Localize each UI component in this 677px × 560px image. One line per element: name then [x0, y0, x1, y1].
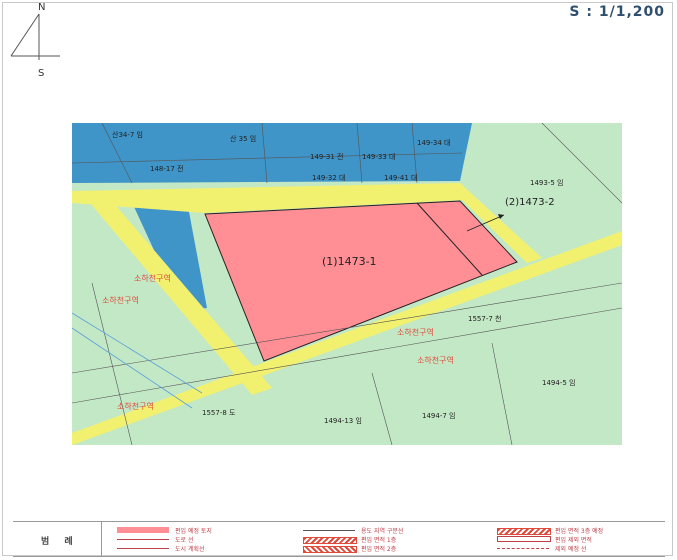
legend-label: 도로 선 — [175, 537, 194, 544]
north-label: N — [38, 2, 46, 13]
legend-item: 편입 제외 면적 — [497, 535, 657, 544]
lot-label: 산 35 임 — [230, 134, 256, 143]
lot-label: 149-31 전 — [310, 152, 343, 161]
lot-label: 149-34 대 — [417, 139, 450, 147]
north-arrow: N S — [8, 2, 68, 79]
legend-item: 편입 면적 1층 — [303, 535, 473, 544]
cadastral-map[interactable]: (1)1473-1 (2)1473-2 산34-7 임 산 35 임 149-3… — [72, 123, 622, 445]
legend-label: 도시 계획선 — [175, 546, 205, 553]
parcel-main-label: (1)1473-1 — [322, 255, 377, 268]
legend-item: 편입 예정 토지 — [117, 526, 287, 535]
legend-title: 범 례 — [41, 537, 79, 547]
lot-label: 148-17 전 — [150, 164, 183, 173]
legend-divider — [101, 522, 102, 556]
legend-item: 용도 지역 구분선 — [303, 526, 473, 535]
lot-label: 1494-5 임 — [542, 379, 575, 387]
legend-swatch — [303, 546, 357, 553]
legend-swatch — [117, 539, 169, 540]
legend-item: 도시 계획선 — [117, 544, 287, 553]
zone-label: 소하천구역 — [102, 295, 139, 305]
lot-label: 1494-7 임 — [422, 412, 455, 420]
legend-swatch — [497, 536, 551, 542]
legend-swatch — [117, 527, 169, 533]
legend-item: 편입 면적 3층 예정 — [497, 526, 657, 535]
legend-label: 편입 면적 2층 — [361, 546, 397, 553]
lot-label: 149-32 대 — [312, 174, 345, 182]
legend-label: 편입 면적 3층 예정 — [555, 528, 604, 535]
zone-label: 소하천구역 — [417, 355, 454, 365]
lot-label: 1557-7 천 — [468, 314, 501, 323]
map-canvas: (1)1473-1 (2)1473-2 산34-7 임 산 35 임 149-3… — [72, 123, 622, 445]
legend-swatch — [117, 548, 169, 549]
legend-label: 편입 면적 1층 — [361, 537, 397, 544]
lot-label: 149-33 대 — [362, 153, 395, 161]
lot-label: 1493-5 임 — [530, 179, 563, 187]
legend-label: 편입 제외 면적 — [555, 537, 592, 544]
scale-label: S : 1/1,200 — [569, 4, 665, 20]
zone-label: 소하천구역 — [117, 401, 154, 411]
legend-swatch — [303, 530, 355, 531]
lot-label: 1557-8 도 — [202, 409, 236, 417]
parcel-secondary-label: (2)1473-2 — [505, 197, 555, 208]
legend-swatch — [497, 528, 551, 535]
legend-swatch — [303, 537, 357, 544]
legend-item: 편입 면적 2층 — [303, 544, 473, 553]
north-arrow-icon — [10, 13, 60, 60]
south-label: S — [38, 68, 45, 79]
legend-item: 도로 선 — [117, 535, 287, 544]
map-legend: 범 례 편입 예정 토지 도로 선 도시 계획선 용도 지역 구분선 편입 면적… — [13, 521, 665, 557]
legend-item: 제외 예정 선 — [497, 544, 657, 553]
lot-label: 149-41 대 — [384, 174, 417, 182]
lot-label: 산34-7 임 — [112, 130, 143, 139]
legend-label: 제외 예정 선 — [555, 546, 587, 553]
legend-label: 용도 지역 구분선 — [361, 528, 404, 535]
legend-swatch — [497, 548, 549, 549]
lot-label: 1494-13 임 — [324, 417, 362, 425]
zone-label: 소하천구역 — [134, 273, 171, 283]
zone-label: 소하천구역 — [397, 327, 434, 337]
legend-label: 편입 예정 토지 — [175, 528, 212, 535]
